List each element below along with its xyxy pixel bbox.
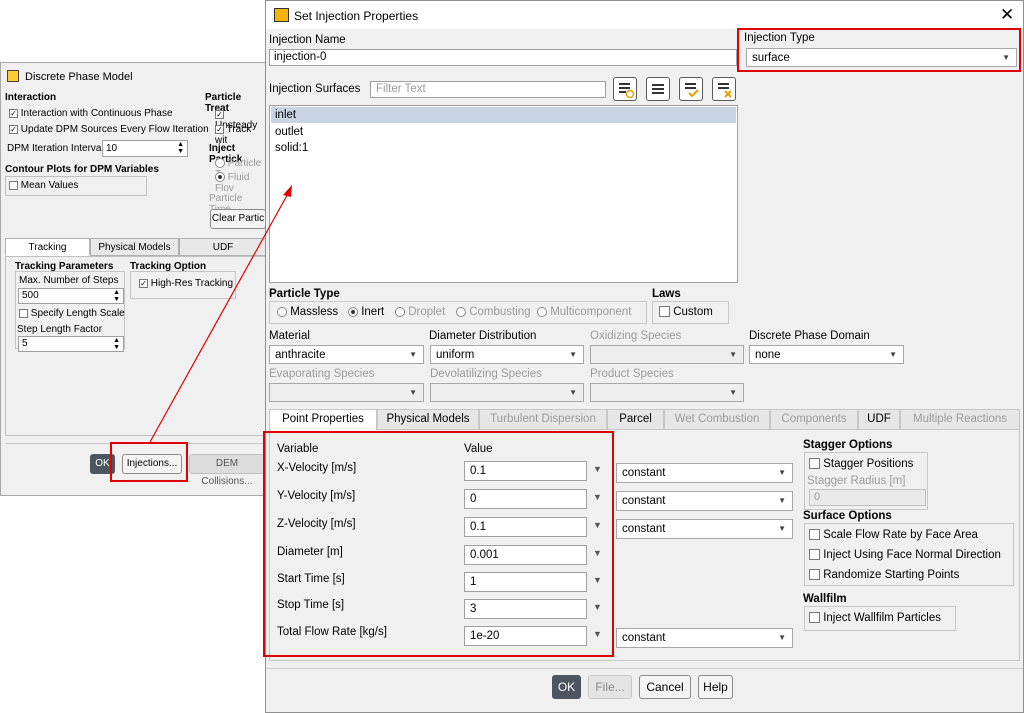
red-arrow-icon [149,185,292,443]
